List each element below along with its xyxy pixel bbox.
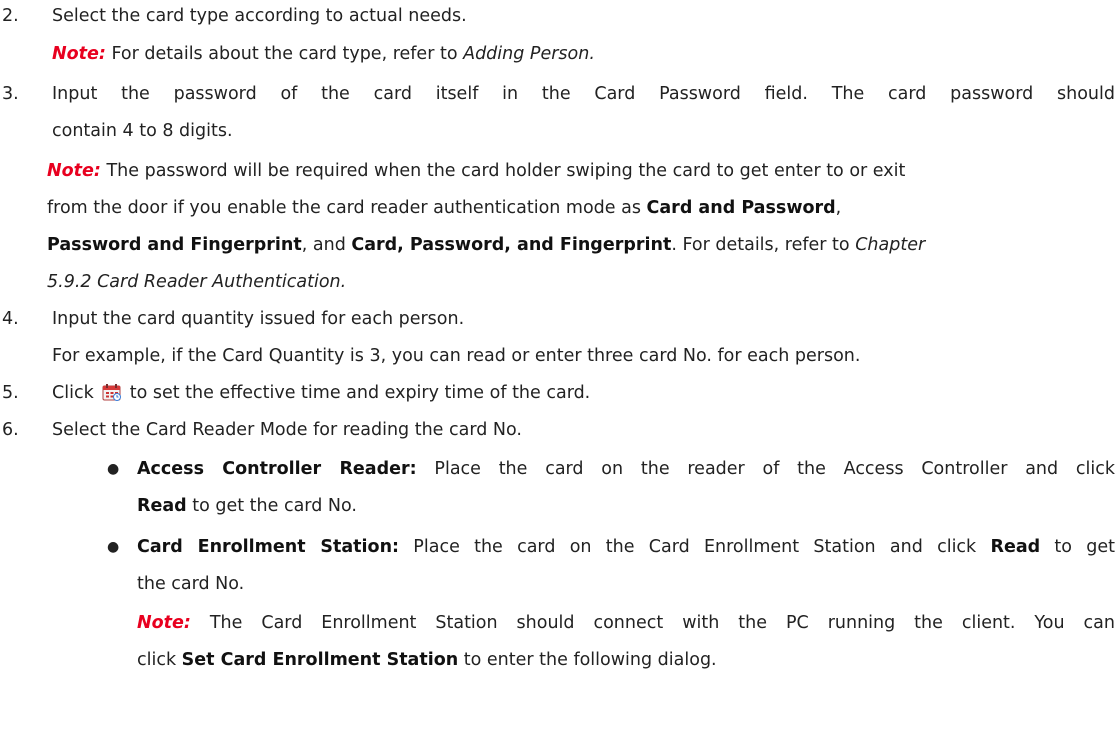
note-text: , and: [301, 235, 352, 255]
note-label: Note:: [47, 161, 101, 181]
step-text: Select the card type according to actual…: [52, 6, 467, 26]
note-label: Note:: [137, 613, 191, 633]
note-text: click: [137, 650, 182, 670]
note-text: . For details, refer to: [671, 235, 856, 255]
step-number: 6.: [2, 420, 19, 440]
note-text: ,: [835, 198, 842, 218]
bullet-text-part: Place the card on the reader of the Acce…: [416, 459, 1115, 479]
bullet-text: Access Controller Reader: Place the card…: [137, 457, 1115, 481]
step-number: 5.: [2, 383, 19, 403]
note-step-3: Note: The password will be required when…: [47, 159, 1119, 183]
step-text: Input the card quantity issued for each …: [52, 309, 465, 329]
step-text: Select the Card Reader Mode for reading …: [52, 420, 522, 440]
reference-link: Adding Person.: [463, 44, 595, 64]
note-label: Note:: [52, 44, 106, 64]
note-step-6-l2: click Set Card Enrollment Station to ent…: [137, 648, 1119, 672]
bullet-access-controller-reader-l2: Read to get the card No.: [137, 494, 1119, 518]
bullet-text-part: to get the card No.: [186, 496, 357, 516]
mode-label: Card Enrollment Station:: [137, 537, 400, 557]
note-text: The password will be required when the c…: [100, 161, 906, 181]
set-card-enrollment-station-term: Set Card Enrollment Station: [181, 650, 459, 670]
bullet-text-part: Place the card on the Card Enrollment St…: [399, 537, 991, 557]
bullet-icon: ●: [107, 461, 120, 477]
step-4-example: For example, if the Card Quantity is 3, …: [52, 346, 861, 366]
step-number: 3.: [2, 84, 19, 104]
step-number: 2.: [2, 6, 19, 26]
step-text: Input the password of the card itself in…: [52, 84, 1115, 104]
read-term: Read: [137, 496, 187, 516]
note-step-2: Note: For details about the card type, r…: [52, 42, 1119, 66]
note-step-3-l4: 5.9.2 Card Reader Authentication.: [47, 270, 1119, 294]
step-number: 4.: [2, 309, 19, 329]
note-text: For details about the card type, refer t…: [105, 44, 464, 64]
chapter-reference: Chapter: [855, 235, 926, 255]
mode-term: Card and Password: [646, 198, 836, 218]
bullet-icon: ●: [107, 539, 120, 555]
note-line: Note: The Card Enrollment Station should…: [137, 611, 1115, 635]
mode-term: Password and Fingerprint: [47, 235, 302, 255]
step-3-cont: contain 4 to 8 digits.: [52, 121, 233, 141]
step-text: Click: [52, 383, 94, 403]
note-step-3-l3: Password and Fingerprint, and Card, Pass…: [47, 233, 1119, 257]
note-text: to enter the following dialog.: [458, 650, 717, 670]
mode-label: Access Controller Reader:: [137, 459, 417, 479]
bullet-card-enrollment-station-l2: the card No.: [137, 574, 245, 594]
calendar-icon[interactable]: [102, 383, 122, 401]
note-text: The Card Enrollment Station should conne…: [190, 613, 1115, 633]
bullet-text: Card Enrollment Station: Place the card …: [137, 535, 1115, 559]
bullet-text-part: to get: [1040, 537, 1116, 557]
note-text: from the door if you enable the card rea…: [47, 198, 647, 218]
note-step-3-l2: from the door if you enable the card rea…: [47, 196, 1119, 220]
chapter-reference: 5.9.2 Card Reader Authentication.: [47, 272, 347, 292]
read-term: Read: [990, 537, 1041, 557]
mode-term: Card, Password, and Fingerprint: [351, 235, 672, 255]
step-text: to set the effective time and expiry tim…: [129, 383, 591, 403]
